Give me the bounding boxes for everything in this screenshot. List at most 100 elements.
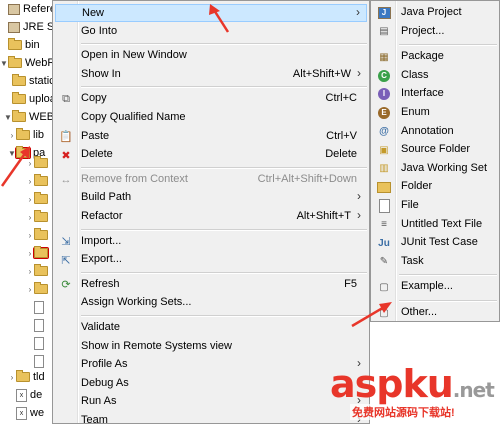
expand-toggle-icon[interactable]: ▼ — [8, 149, 16, 158]
menu-item-label: Show In — [81, 67, 121, 80]
submenu-item-label: Other... — [401, 306, 438, 318]
menu-item-open-in-new-window[interactable]: Open in New Window — [55, 47, 367, 65]
menu-item-label: Go Into — [81, 24, 118, 37]
expand-toggle-icon[interactable]: › — [26, 195, 34, 204]
submenu-item-folder[interactable]: Folder — [373, 178, 499, 196]
tree-item-web-i[interactable]: ▼WEB-I — [4, 108, 56, 126]
menu-item-show-in[interactable]: Show In Alt+Shift+W › — [55, 66, 367, 84]
menu-item-import[interactable]: ⇲ Import... — [55, 233, 367, 251]
submenu-item-package[interactable]: ▦ Package — [373, 48, 499, 66]
menu-item-build-path[interactable]: Build Path › — [55, 189, 367, 207]
expand-toggle-icon[interactable]: ▼ — [0, 59, 8, 68]
folder-icon — [34, 174, 48, 186]
expand-toggle-icon[interactable]: › — [26, 177, 34, 186]
expand-toggle-icon[interactable]: › — [26, 231, 34, 240]
tree-subitem[interactable]: › — [26, 226, 51, 244]
submenu-item-junit-test-case[interactable]: Ju JUnit Test Case — [373, 234, 499, 252]
submenu-item-enum[interactable]: E Enum — [373, 104, 499, 122]
menu-item-delete[interactable]: ✖ Delete Delete — [55, 146, 367, 164]
expand-toggle-icon[interactable]: › — [26, 159, 34, 168]
folder-icon — [34, 282, 48, 294]
tree-item-static[interactable]: static — [4, 72, 55, 90]
tree-subitem[interactable]: › — [26, 154, 51, 172]
project-icon: ▤ — [379, 26, 389, 38]
folder-icon-shape — [377, 181, 391, 193]
tree-item-lib[interactable]: › lib — [8, 126, 44, 144]
tree-subitem[interactable]: › — [26, 208, 51, 226]
tree-item-bin[interactable]: bin — [0, 36, 40, 54]
menu-item-validate[interactable]: Validate — [55, 319, 367, 337]
folder-icon — [8, 38, 22, 50]
expand-toggle-icon[interactable]: › — [26, 213, 34, 222]
menu-item-copy-qualified-name[interactable]: Copy Qualified Name — [55, 109, 367, 127]
menu-item-label: Export... — [81, 253, 122, 266]
submenu-item-untitled-text-file[interactable]: ≡ Untitled Text File — [373, 216, 499, 234]
menu-item-refresh[interactable]: ⟳ Refresh F5 — [55, 276, 367, 294]
tree-item-reference[interactable]: Reference — [0, 0, 56, 18]
expand-toggle-icon[interactable]: › — [26, 249, 34, 258]
submenu-item-file[interactable]: File — [373, 197, 499, 215]
submenu-separator — [399, 44, 497, 47]
menu-item-new[interactable]: New › — [55, 4, 367, 22]
tree-item-webroot[interactable]: ▼WebRoot — [0, 54, 56, 72]
submenu-item-example[interactable]: ▢ Example... — [373, 278, 499, 296]
submenu-item-project[interactable]: ▤ Project... — [373, 23, 499, 41]
watermark-net: .net — [452, 378, 495, 402]
menu-item-team[interactable]: Team› — [55, 412, 367, 430]
menu-item-shortcut: Alt+Shift+W — [292, 67, 351, 80]
menu-item-export[interactable]: ⇱ Export... — [55, 251, 367, 269]
submenu-item-other[interactable]: ▢ Other... — [373, 304, 499, 322]
menu-item-label: Validate — [81, 321, 120, 333]
interface-icon: I — [377, 87, 391, 101]
tree-subitem[interactable]: › — [26, 244, 51, 262]
tree-subitem[interactable]: › — [26, 280, 51, 298]
import-icon: ⇲ — [61, 236, 71, 249]
submenu-item-label: Folder — [401, 180, 433, 193]
menu-item-refactor[interactable]: Refactor Alt+Shift+T › — [55, 208, 367, 226]
submenu-arrow-icon: › — [357, 208, 361, 222]
tree-item-jre-syste[interactable]: JRE Syste — [0, 18, 56, 36]
menu-item-shortcut: Ctrl+Alt+Shift+Down — [257, 172, 357, 185]
menu-item-go-into[interactable]: Go Into — [55, 23, 367, 41]
expand-toggle-icon[interactable]: › — [26, 267, 34, 276]
expand-toggle-icon[interactable]: › — [26, 285, 34, 294]
folder-icon — [34, 264, 48, 276]
menu-item-shortcut: F5 — [344, 277, 357, 290]
tree-subitem[interactable] — [26, 334, 47, 352]
menu-item-shortcut: Alt+Shift+T — [296, 210, 351, 222]
tree-subitem[interactable]: › — [26, 262, 51, 280]
tree-item-label: lib — [33, 129, 45, 141]
tree-item-tld[interactable]: › tld — [8, 368, 45, 386]
submenu-item-interface[interactable]: I Interface — [373, 85, 499, 103]
tree-item-de[interactable]: x de — [8, 386, 42, 404]
submenu-arrow-icon: › — [357, 189, 361, 204]
tree-item-uploa[interactable]: uploa — [4, 90, 56, 108]
submenu-item-java-working-set[interactable]: ▥ Java Working Set — [373, 160, 499, 178]
submenu-item-task[interactable]: ✎ Task — [373, 253, 499, 271]
menu-item-paste[interactable]: 📋 Paste Ctrl+V — [55, 128, 367, 146]
working-set-icon: ▥ — [379, 163, 389, 175]
tree-subitem[interactable] — [26, 316, 47, 334]
tree-subitem[interactable] — [26, 298, 47, 316]
menu-item-assign-working-sets[interactable]: Assign Working Sets... — [55, 294, 367, 312]
project-explorer-tree: ReferenceJRE Syste bin ▼WebRoot static uploa… — [0, 0, 56, 424]
menu-item-shortcut: Ctrl+V — [326, 129, 357, 142]
folder-icon — [16, 128, 30, 140]
menu-item-debug-as[interactable]: Debug As › — [55, 375, 367, 393]
submenu-item-java-project[interactable]: J Java Project — [373, 4, 499, 22]
menu-item-copy[interactable]: ⧉ Copy Ctrl+C — [55, 90, 367, 108]
submenu-item-annotation[interactable]: @ Annotation — [373, 123, 499, 141]
menu-item-run-as[interactable]: Run As › — [55, 393, 367, 411]
submenu-item-label: Class — [401, 68, 429, 81]
expand-toggle-icon[interactable]: ▼ — [4, 113, 12, 122]
submenu-item-class[interactable]: C Class — [373, 67, 499, 85]
menu-item-label: Copy — [81, 92, 107, 105]
expand-toggle-icon[interactable]: › — [8, 373, 16, 382]
tree-subitem[interactable]: › — [26, 190, 51, 208]
menu-item-profile-as[interactable]: Profile As › — [55, 356, 367, 374]
menu-item-show-in-remote-systems-view[interactable]: Show in Remote Systems view — [55, 338, 367, 356]
submenu-item-source-folder[interactable]: ▣ Source Folder — [373, 141, 499, 159]
tree-subitem[interactable]: › — [26, 172, 51, 190]
expand-toggle-icon[interactable]: › — [8, 131, 16, 140]
tree-item-we[interactable]: x we — [8, 404, 44, 422]
